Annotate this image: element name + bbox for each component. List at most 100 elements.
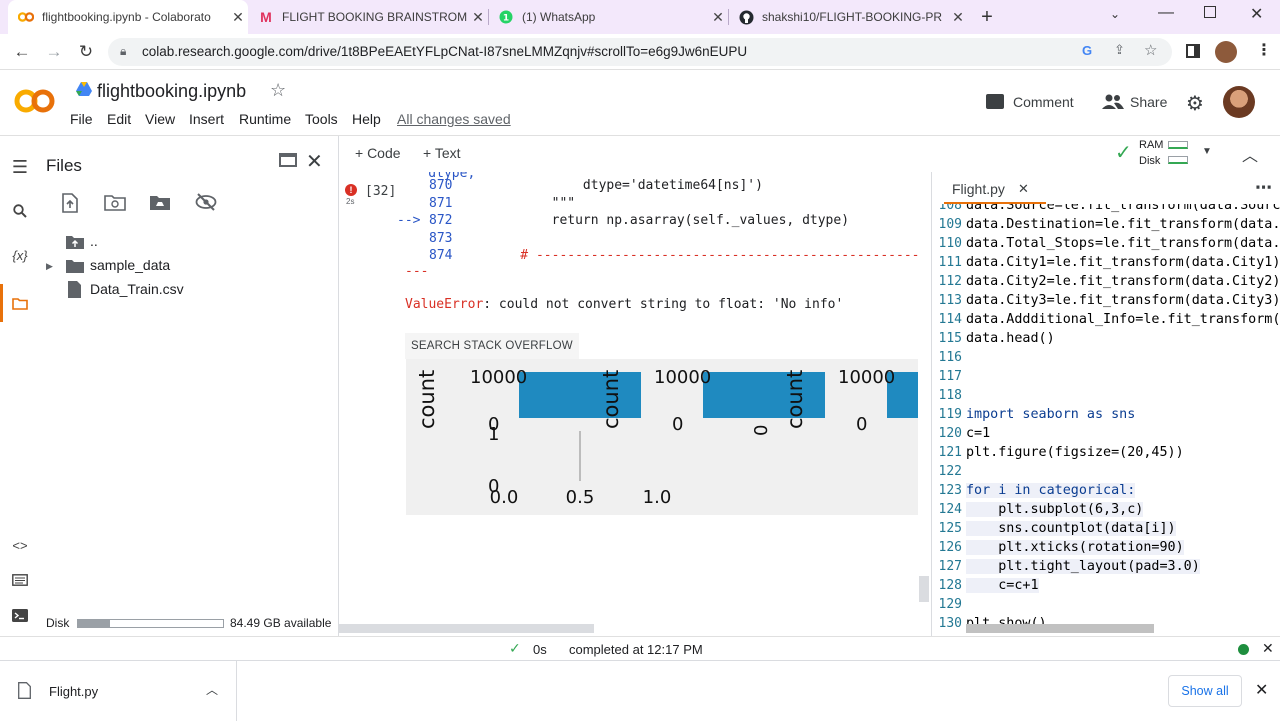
people-icon[interactable]: [1102, 94, 1124, 115]
download-options-icon[interactable]: ︿: [206, 681, 218, 698]
notebook-title[interactable]: flightbooking.ipynb: [97, 81, 246, 102]
close-tab-icon[interactable]: ✕: [708, 9, 728, 26]
back-icon[interactable]: ←: [10, 40, 34, 64]
x-tick-label: 1.0: [643, 487, 672, 508]
close-tab-icon[interactable]: ✕: [468, 9, 488, 26]
connected-check-icon[interactable]: ✓: [1115, 140, 1132, 165]
terminal-icon[interactable]: [9, 604, 31, 626]
tree-item-sample-data[interactable]: sample_data: [90, 257, 170, 273]
open-in-tab-icon[interactable]: [279, 153, 297, 167]
close-tab-icon[interactable]: ✕: [228, 9, 248, 26]
save-status[interactable]: All changes saved: [397, 111, 511, 127]
bookmark-star-icon[interactable]: ☆: [1144, 41, 1157, 59]
share-page-icon[interactable]: ⇪: [1114, 42, 1125, 58]
traceback-code: """: [489, 195, 576, 211]
tab-colab[interactable]: flightbooking.ipynb - Colaborato ✕: [8, 0, 248, 34]
comment-icon[interactable]: [986, 94, 1004, 109]
command-palette-icon[interactable]: [9, 569, 31, 591]
close-status-icon[interactable]: ✕: [1262, 640, 1274, 657]
profile-avatar[interactable]: [1215, 41, 1237, 63]
close-download-bar-icon[interactable]: ✕: [1255, 680, 1268, 700]
editor-line-number: 110: [938, 236, 962, 251]
resources-dropdown-icon[interactable]: ▼: [1202, 146, 1212, 157]
y-axis-label: count: [599, 370, 623, 429]
tree-item-data-train[interactable]: Data_Train.csv: [90, 281, 184, 297]
editor-line-number: 124: [938, 502, 962, 517]
search-stack-overflow-button[interactable]: SEARCH STACK OVERFLOW: [405, 333, 579, 359]
status-completed[interactable]: completed at 12:17 PM: [569, 642, 703, 657]
disk-usage-fill: [78, 620, 110, 627]
status-green-dot: [1238, 644, 1249, 655]
code-snippets-icon[interactable]: <>: [9, 534, 31, 556]
collapse-up-icon[interactable]: ︿: [1242, 142, 1258, 166]
editor-line-number: 115: [938, 331, 962, 346]
show-all-button[interactable]: Show all: [1168, 675, 1242, 707]
colab-icon: [18, 9, 34, 25]
editor-code[interactable]: 108 data.Source=le.fit_transform(data.Sou…: [932, 204, 1280, 636]
mount-drive-icon[interactable]: [149, 194, 171, 216]
comment-button[interactable]: Comment: [1013, 94, 1074, 110]
menu-help[interactable]: Help: [352, 111, 381, 127]
editor-line-number: 126: [938, 540, 962, 555]
restore-icon[interactable]: [1204, 6, 1216, 18]
close-editor-tab-icon[interactable]: ✕: [1018, 181, 1029, 197]
editor-line: data.Total_Stops=le.fit_transform(data.T…: [966, 236, 1280, 251]
table-of-contents-icon[interactable]: ☰: [9, 156, 31, 178]
editor-line: data.City2=le.fit_transform(data.City2): [966, 274, 1280, 289]
menu-tools[interactable]: Tools: [305, 111, 338, 127]
side-panel-icon[interactable]: [1186, 44, 1200, 58]
plot-output: 10000 0 count 10000 0 count 10000 0 count 0 1 0 0.0 0…: [406, 359, 918, 515]
tab-github[interactable]: shakshi10/FLIGHT-BOOKING-PR ✕: [728, 0, 968, 34]
tab-search-icon[interactable]: ⌄: [1110, 7, 1120, 21]
expand-arrow-icon[interactable]: ▶: [46, 261, 53, 272]
files-title: Files: [46, 156, 82, 175]
user-avatar[interactable]: [1223, 86, 1255, 118]
editor-scrollbar[interactable]: [966, 624, 1154, 633]
editor-tab-flight-py[interactable]: Flight.py: [952, 181, 1005, 197]
variables-icon[interactable]: {x}: [9, 244, 31, 266]
traceback-code: # --------------------------------------…: [489, 248, 919, 263]
download-item[interactable]: Flight.py ︿: [0, 661, 237, 721]
editor-more-icon[interactable]: ⋯: [1255, 178, 1272, 198]
menu-insert[interactable]: Insert: [189, 111, 224, 127]
reload-icon[interactable]: ↻: [74, 40, 98, 64]
tab-miro[interactable]: M FLIGHT BOOKING BRAINSTROM ✕: [248, 0, 488, 34]
address-bar[interactable]: 🔒︎ colab.research.google.com/drive/1t8BP…: [108, 38, 1172, 66]
close-window-icon[interactable]: ✕: [1250, 4, 1263, 24]
new-tab-icon[interactable]: +: [976, 6, 998, 28]
star-icon[interactable]: ☆: [270, 80, 286, 101]
colab-logo[interactable]: [14, 86, 56, 121]
miro-icon: M: [260, 9, 272, 25]
search-icon[interactable]: [9, 200, 31, 222]
close-panel-icon[interactable]: ✕: [306, 149, 323, 174]
menu-view[interactable]: View: [145, 111, 175, 127]
editor-line-number: 108: [938, 204, 962, 213]
forward-icon[interactable]: →: [42, 40, 66, 64]
upload-icon[interactable]: [62, 193, 78, 218]
horizontal-scrollbar[interactable]: [339, 624, 594, 633]
tab-whatsapp[interactable]: 1 (1) WhatsApp ✕: [488, 0, 728, 34]
menu-file[interactable]: File: [70, 111, 93, 127]
share-button[interactable]: Share: [1130, 94, 1167, 110]
tree-item-parent[interactable]: ..: [90, 233, 98, 249]
google-icon[interactable]: G: [1082, 43, 1092, 58]
menu-edit[interactable]: Edit: [107, 111, 131, 127]
settings-gear-icon[interactable]: ⚙: [1186, 91, 1204, 116]
download-filename: Flight.py: [49, 684, 99, 699]
file-editor: Flight.py ✕ ⋯ 108 data.Source=le.fit_tran…: [931, 172, 1280, 636]
hide-files-icon[interactable]: [195, 193, 217, 216]
editor-line-number: 125: [938, 521, 962, 536]
menu-runtime[interactable]: Runtime: [239, 111, 291, 127]
vertical-scrollbar[interactable]: [919, 576, 929, 602]
files-panel: Files ✕ .. ▶ sample_data Data_Train.csv …: [38, 136, 339, 636]
browser-menu-icon[interactable]: ⋮: [1256, 40, 1272, 60]
minimize-icon[interactable]: —: [1158, 4, 1174, 22]
close-tab-icon[interactable]: ✕: [948, 9, 968, 26]
y-axis-label: count: [415, 370, 439, 429]
status-bar: ✓ 0s completed at 12:17 PM ✕: [0, 636, 1280, 660]
ram-meter: [1168, 141, 1188, 149]
add-text-button[interactable]: + Text: [423, 145, 461, 161]
refresh-folder-icon[interactable]: [104, 194, 126, 216]
folder-icon[interactable]: [9, 292, 31, 314]
add-code-button[interactable]: + Code: [355, 145, 401, 161]
